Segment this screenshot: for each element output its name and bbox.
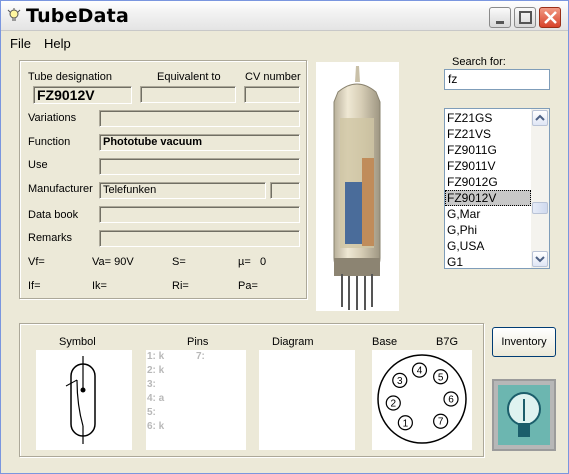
inventory-image[interactable]: [492, 379, 556, 451]
base-pin-number: 7: [438, 417, 444, 428]
remarks-label: Remarks: [28, 232, 73, 244]
manufacturer-label: Manufacturer: [28, 183, 93, 195]
base-diagram: 12 3 4 5 67: [377, 354, 467, 444]
pin-assignment: 2: k: [147, 365, 165, 376]
designation-field[interactable]: FZ9012V: [33, 86, 132, 104]
result-item[interactable]: FZ9012G: [445, 174, 531, 190]
result-item[interactable]: G,Mar: [445, 206, 531, 222]
scroll-down-button[interactable]: [532, 251, 548, 267]
va-param: Va= 90V: [92, 256, 134, 268]
window-title: TubeData: [26, 5, 129, 27]
result-item[interactable]: G,USA: [445, 238, 531, 254]
result-item[interactable]: FZ21GS: [445, 110, 531, 126]
base-type: B7G: [436, 336, 459, 348]
menu-help[interactable]: Help: [44, 36, 71, 51]
result-item[interactable]: FZ9011V: [445, 158, 531, 174]
base-pin-number: 6: [448, 395, 454, 406]
results-scrollbar[interactable]: [531, 109, 549, 268]
pin-assignment: 7:: [196, 351, 205, 362]
symbol-label: Symbol: [59, 336, 96, 348]
use-label: Use: [28, 159, 48, 171]
tube-image: [333, 66, 381, 310]
databook-field[interactable]: [99, 206, 300, 223]
close-button[interactable]: [539, 7, 561, 28]
if-param: If=: [28, 280, 41, 292]
tube-photo: [316, 62, 399, 311]
function-field[interactable]: Phototube vacuum: [99, 134, 300, 151]
inventory-tube-icon: [494, 381, 554, 449]
results-list-items: FZ21GS FZ21VS FZ9011G FZ9011V FZ9012G FZ9012V…: [445, 110, 531, 268]
pin-assignment: 3:: [147, 379, 156, 390]
menu-bar: File Help: [1, 33, 568, 53]
diagram-panel: [259, 350, 355, 450]
pin-assignment: 5:: [147, 407, 156, 418]
minimize-icon: [496, 21, 504, 24]
inventory-button[interactable]: Inventory: [492, 327, 556, 357]
pin-assignment: 1: k: [147, 351, 165, 362]
scroll-thumb[interactable]: [532, 202, 548, 214]
mu-param: µ=: [238, 256, 251, 268]
results-list[interactable]: FZ21GS FZ21VS FZ9011G FZ9011V FZ9012G FZ9012V…: [444, 108, 550, 269]
base-pin-number: 2: [391, 399, 397, 410]
pin-assignment: 6: k: [147, 421, 165, 432]
vf-param: Vf=: [28, 256, 45, 268]
menu-file[interactable]: File: [10, 36, 31, 51]
result-item[interactable]: FZ9012V: [445, 190, 531, 206]
base-pin-number: 3: [397, 376, 403, 387]
phototube-symbol: [65, 356, 96, 444]
app-window: TubeData File Help Tube designation Equi…: [0, 0, 569, 474]
remarks-field[interactable]: [99, 230, 300, 247]
pins-panel: 1: k 2: k 3: 4: a 5: 6: k 7:: [146, 350, 246, 450]
search-label: Search for:: [452, 56, 506, 68]
maximize-icon: [519, 11, 532, 24]
base-pin-number: 5: [438, 372, 444, 383]
symbol-panel: [36, 350, 132, 450]
manufacturer-field[interactable]: Telefunken: [99, 182, 266, 199]
base-label: Base: [372, 336, 398, 348]
minimize-button[interactable]: [489, 7, 511, 28]
equivalent-label: Equivalent to: [157, 71, 221, 83]
pins-label: Pins: [187, 336, 209, 348]
lightbulb-icon: [7, 8, 21, 21]
result-item[interactable]: FZ21VS: [445, 126, 531, 142]
pa-param: Pa=: [238, 280, 258, 292]
variations-label: Variations: [28, 112, 77, 124]
arrow-down-icon: [535, 256, 545, 263]
result-item[interactable]: G,Phi: [445, 222, 531, 238]
cv-field[interactable]: [244, 86, 300, 103]
cv-label: CV number: [245, 71, 301, 83]
diagram-label: Diagram: [272, 336, 314, 348]
close-icon: [544, 11, 557, 24]
databook-label: Data book: [28, 209, 79, 221]
mu-value: 0: [260, 256, 267, 268]
equivalent-field[interactable]: [140, 86, 236, 103]
variations-field[interactable]: [99, 110, 300, 127]
use-field[interactable]: [99, 158, 300, 175]
arrow-up-icon: [535, 114, 545, 121]
result-item[interactable]: FZ9011G: [445, 142, 531, 158]
s-param: S=: [172, 256, 186, 268]
base-pin-number: 4: [417, 366, 423, 377]
designation-label: Tube designation: [28, 71, 112, 83]
result-item[interactable]: G1: [445, 254, 531, 268]
ik-param: Ik=: [92, 280, 107, 292]
search-input[interactable]: fz: [444, 69, 550, 90]
maximize-button[interactable]: [514, 7, 536, 28]
ri-param: Ri=: [172, 280, 189, 292]
pin-assignment: 4: a: [147, 393, 165, 404]
title-bar[interactable]: TubeData: [1, 1, 568, 31]
base-pin-number: 1: [403, 418, 409, 429]
base-panel: 12 3 4 5 67: [372, 350, 472, 450]
scroll-up-button[interactable]: [532, 110, 548, 126]
function-label: Function: [28, 136, 71, 148]
manufacturer-extra-field[interactable]: [270, 182, 300, 199]
